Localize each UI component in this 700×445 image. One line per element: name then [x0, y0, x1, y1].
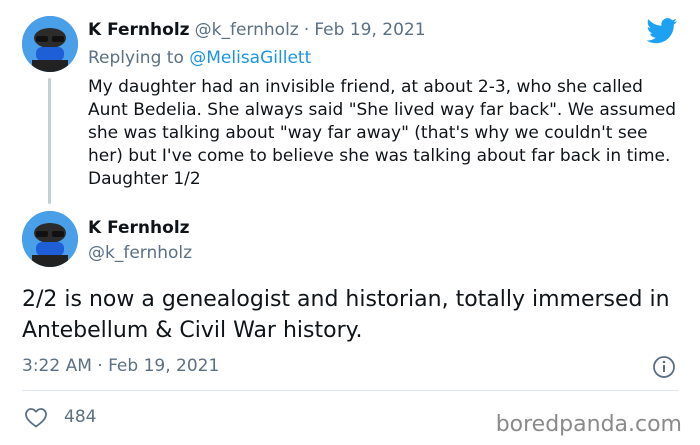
watermark: boredpanda.com: [495, 412, 682, 437]
reply-author-name[interactable]: K Fernholz: [88, 20, 190, 40]
reply-date[interactable]: Feb 19, 2021: [314, 20, 425, 40]
replying-to: Replying to @MelisaGillett: [88, 48, 311, 68]
like-button[interactable]: 484: [24, 406, 96, 428]
avatar-reply[interactable]: [22, 16, 78, 72]
like-count: 484: [64, 407, 97, 427]
main-author-handle[interactable]: @k_fernholz: [88, 243, 192, 263]
avatar-main[interactable]: [22, 211, 78, 267]
replying-to-handle-link[interactable]: @MelisaGillett: [189, 48, 311, 68]
divider: [22, 390, 678, 391]
info-icon[interactable]: [652, 355, 676, 383]
main-tweet-text: 2/2 is now a genealogist and historian, …: [22, 287, 670, 343]
avatar-image: [22, 16, 78, 72]
reply-header: K Fernholz @k_fernholz · Feb 19, 2021: [88, 20, 426, 40]
main-author-name[interactable]: K Fernholz: [88, 218, 190, 238]
reply-tweet-text: My daughter had an invisible friend, at …: [88, 77, 677, 189]
thread-line: [48, 78, 51, 204]
avatar-image: [22, 211, 78, 267]
twitter-bird-icon: [646, 18, 678, 48]
tweet-timestamp[interactable]: 3:22 AM · Feb 19, 2021: [22, 356, 219, 376]
reply-author-handle[interactable]: @k_fernholz: [195, 20, 299, 40]
heart-icon[interactable]: [24, 406, 48, 428]
replying-to-prefix: Replying to: [88, 48, 184, 68]
reply-separator: ·: [303, 20, 310, 40]
